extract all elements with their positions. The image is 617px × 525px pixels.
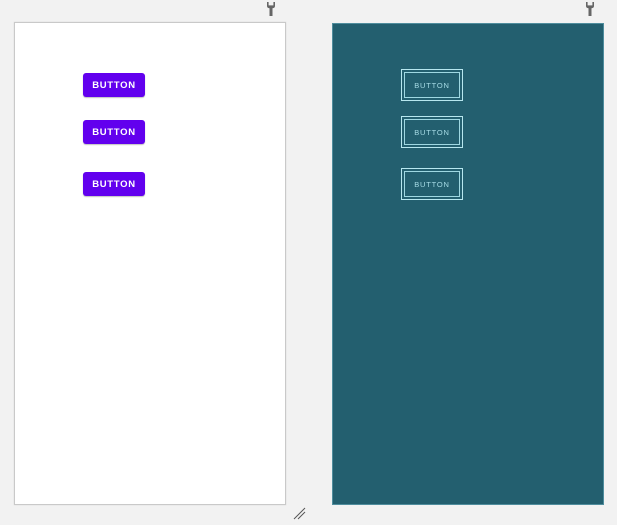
blueprint-button-3[interactable]: BUTTON: [401, 168, 463, 200]
design-button-1[interactable]: BUTTON: [83, 73, 145, 97]
blueprint-surface[interactable]: BUTTON BUTTON BUTTON: [332, 23, 604, 505]
blueprint-button-label: BUTTON: [404, 119, 460, 145]
blueprint-button-2[interactable]: BUTTON: [401, 116, 463, 148]
resize-handle-icon[interactable]: [293, 507, 306, 520]
design-surface[interactable]: BUTTON BUTTON BUTTON: [14, 22, 286, 505]
blueprint-button-1[interactable]: BUTTON: [401, 69, 463, 101]
blueprint-button-label: BUTTON: [404, 72, 460, 98]
blueprint-pin-wrench-icon[interactable]: [585, 2, 595, 16]
design-button-3[interactable]: BUTTON: [83, 172, 145, 196]
design-pin-wrench-icon[interactable]: [266, 2, 276, 16]
design-button-2[interactable]: BUTTON: [83, 120, 145, 144]
blueprint-button-label: BUTTON: [404, 171, 460, 197]
